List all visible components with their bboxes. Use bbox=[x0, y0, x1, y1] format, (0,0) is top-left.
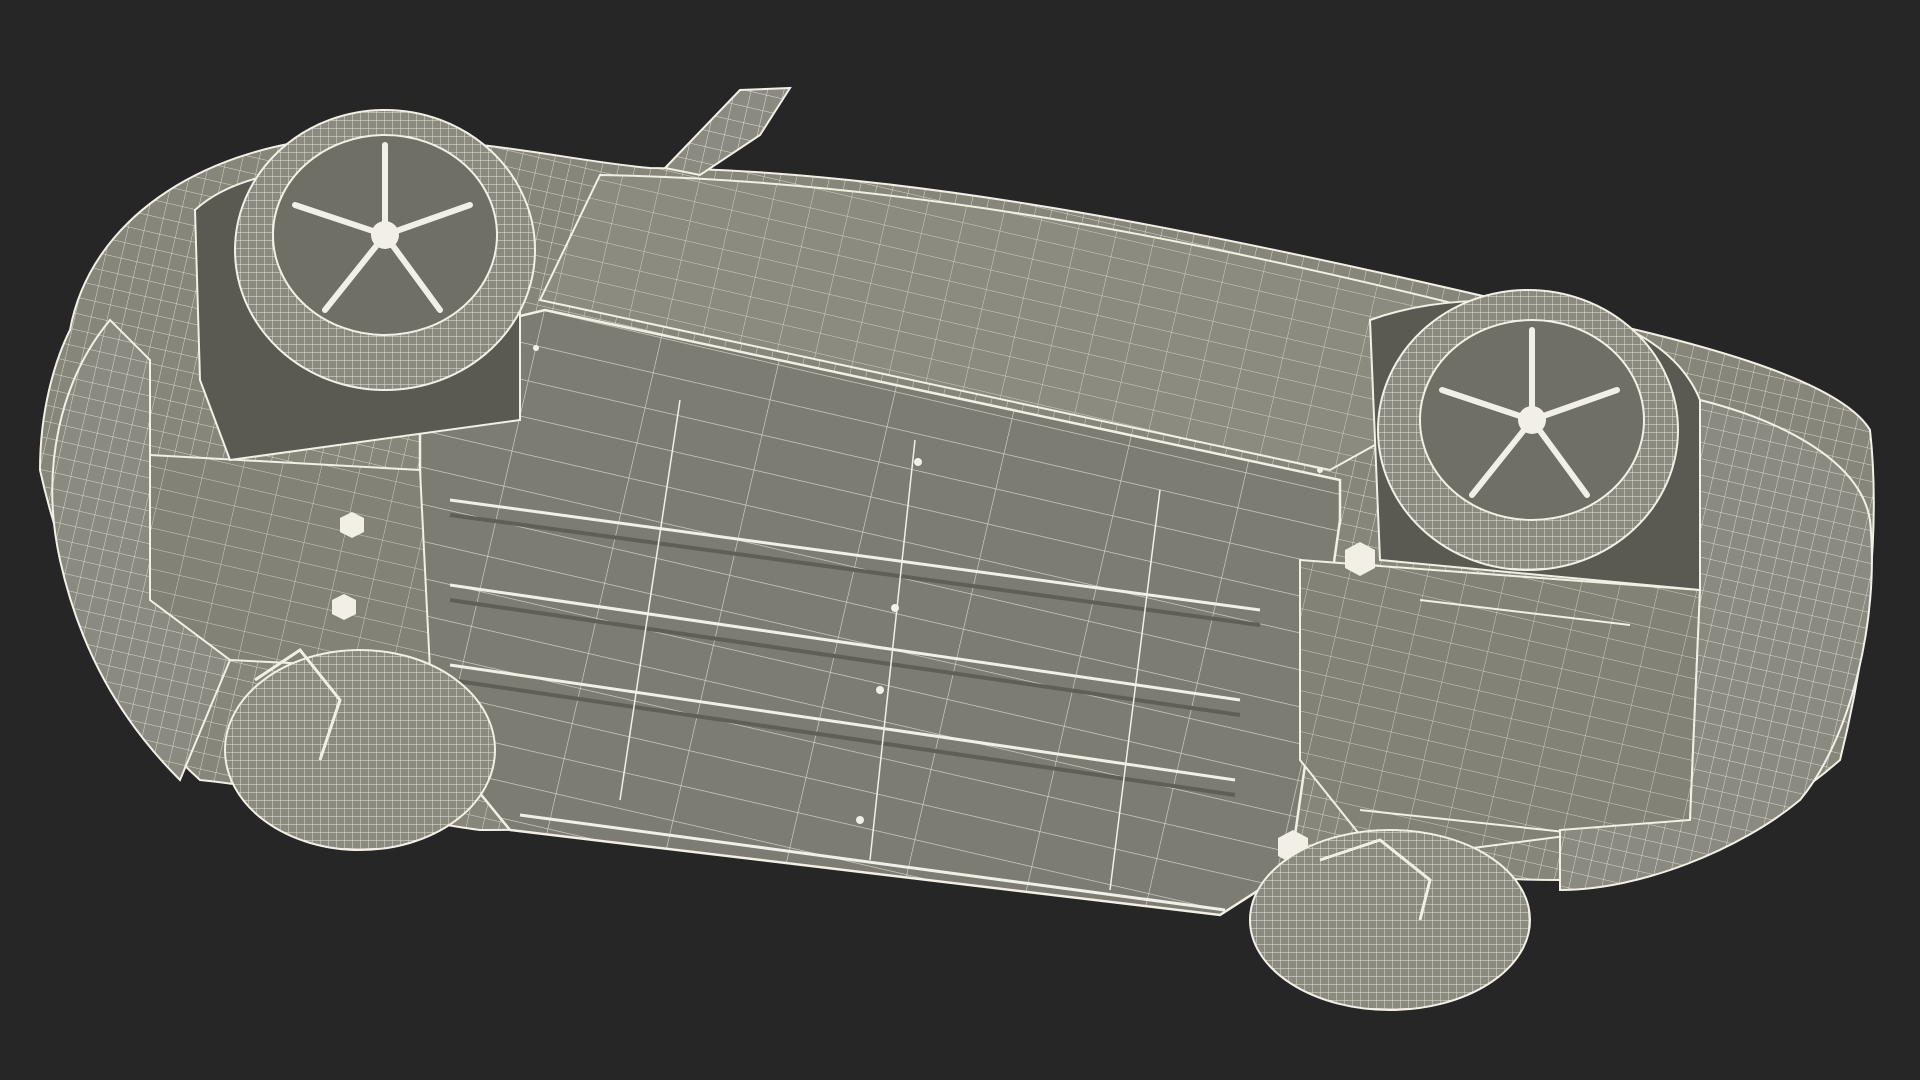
bolt bbox=[856, 816, 864, 824]
bolt bbox=[533, 345, 539, 351]
bolt bbox=[891, 604, 899, 612]
wheel-front-lower bbox=[224, 647, 496, 851]
bolt bbox=[876, 686, 884, 694]
wheel-rear-lower bbox=[1249, 829, 1531, 1011]
render-viewport bbox=[0, 0, 1920, 1080]
wheel-rear-upper bbox=[1377, 289, 1679, 571]
wheel-front-upper bbox=[234, 109, 536, 391]
bolt bbox=[914, 458, 922, 466]
wireframe-render bbox=[38, 86, 1875, 1011]
bolt bbox=[1317, 467, 1323, 473]
